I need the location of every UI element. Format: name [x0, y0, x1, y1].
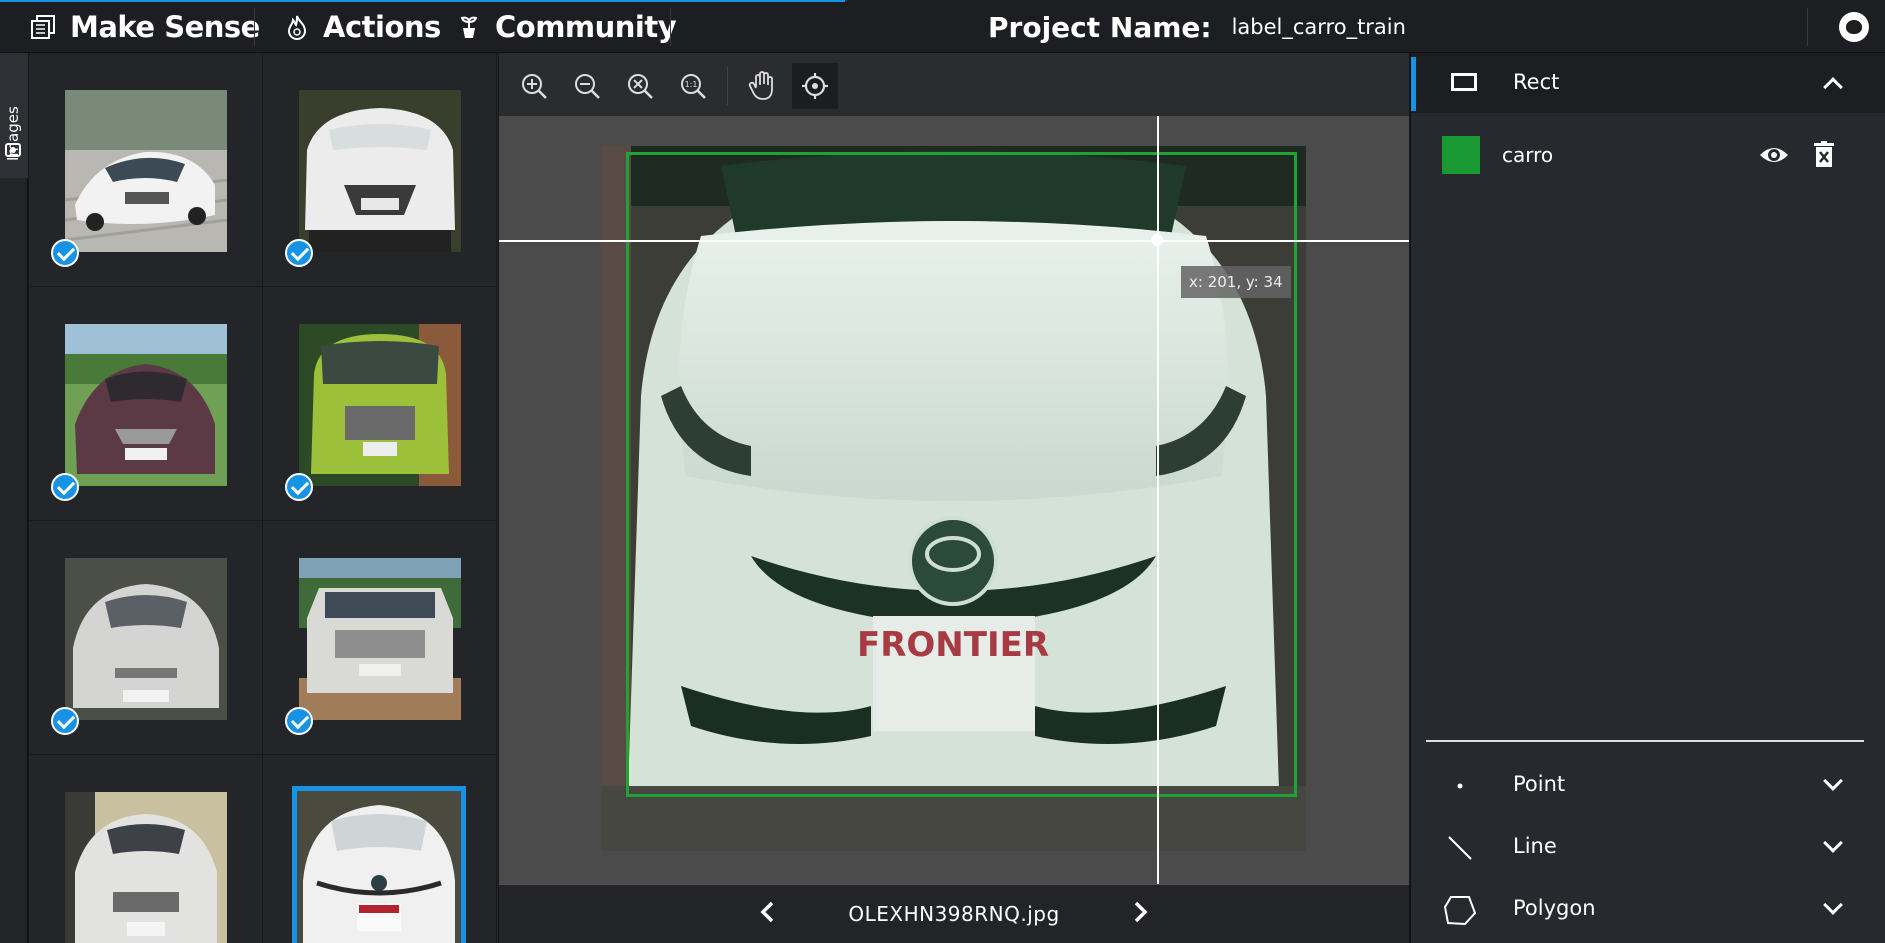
zoom-in-icon [522, 74, 547, 99]
project-name-label: Project Name: [988, 10, 1212, 44]
thumbnail-image[interactable] [65, 90, 227, 252]
project-name: Project Name: label_carro_train [988, 8, 1406, 46]
cursor-coordinates-tooltip: x: 201, y: 34 [1181, 266, 1291, 298]
thumbnail-item[interactable] [263, 755, 497, 943]
community-menu[interactable]: Community [457, 8, 677, 46]
thumbnail-image[interactable] [65, 792, 227, 943]
image-thumbnail-list[interactable] [29, 53, 498, 943]
menu-divider [670, 8, 671, 46]
zoom-out-icon [575, 74, 600, 99]
editor-toolbar: 1:1 [499, 53, 1409, 116]
menu-divider [254, 8, 255, 46]
thumbnail-item[interactable] [29, 287, 263, 521]
zoom-actual-size-icon: 1:1 [681, 74, 706, 99]
pan-tool-button[interactable] [739, 63, 785, 109]
labeled-check-icon [51, 707, 79, 735]
zoom-fit-icon [628, 74, 653, 99]
delete-icon[interactable] [1814, 141, 1834, 167]
previous-image-button[interactable] [758, 897, 778, 932]
label-item[interactable]: carro [1411, 136, 1885, 194]
zoom-actual-label: 1:1 [685, 80, 698, 89]
thumbnail-item[interactable] [263, 521, 497, 755]
chevron-down-icon[interactable] [1823, 895, 1843, 915]
crosshair-icon [802, 73, 828, 99]
zoom-out-button[interactable] [564, 63, 610, 109]
labeled-check-icon [285, 473, 313, 501]
left-side-tabs: Images [0, 53, 28, 943]
label-tools-panel: Rect carro Point Line Polygon [1410, 53, 1885, 943]
cursor-point [1151, 234, 1163, 246]
label-color-swatch[interactable] [1442, 136, 1480, 174]
labeled-check-icon [51, 473, 79, 501]
polygon-icon [1443, 896, 1477, 926]
rect-tool-label: Rect [1513, 70, 1560, 94]
app-title: Make Sense [70, 10, 260, 44]
actions-menu[interactable]: Actions [285, 8, 441, 46]
crosshair-horizontal-line [499, 240, 1409, 242]
toolbar-divider [727, 67, 728, 105]
chevron-left-icon [760, 901, 774, 922]
polygon-tool-row[interactable]: Polygon [1411, 880, 1885, 940]
actions-menu-label: Actions [323, 10, 441, 44]
github-icon[interactable] [1839, 12, 1869, 42]
thumbnail-image[interactable] [299, 90, 461, 252]
rect-icon [1451, 73, 1477, 91]
thumbnail-image[interactable] [299, 558, 461, 720]
polygon-tool-label: Polygon [1513, 896, 1596, 920]
crosshair-vertical-line [1157, 116, 1159, 884]
community-menu-label: Community [495, 10, 677, 44]
bounding-box-annotation[interactable] [626, 152, 1297, 797]
point-icon [1457, 783, 1463, 789]
app-logo[interactable]: Make Sense [30, 8, 260, 46]
image-filename: OLEXHN398RNQ.jpg [848, 902, 1060, 926]
labeled-check-icon [285, 239, 313, 267]
zoom-fit-button[interactable] [617, 63, 663, 109]
editor-workspace[interactable]: 1:1 FRONTIER x: 201, y: 34 OLEXHN398RNQ.… [499, 53, 1409, 943]
thumbnail-image[interactable] [65, 324, 227, 486]
labeled-check-icon [51, 239, 79, 267]
zoom-actual-size-button[interactable]: 1:1 [670, 63, 716, 109]
eye-icon[interactable] [1759, 143, 1789, 167]
flame-icon [287, 15, 307, 40]
line-tool-row[interactable]: Line [1411, 818, 1885, 878]
active-tool-indicator [1411, 57, 1416, 111]
label-name[interactable]: carro [1502, 143, 1553, 167]
chevron-right-icon [1134, 901, 1148, 922]
zoom-in-button[interactable] [511, 63, 557, 109]
upload-progress-bar [0, 0, 845, 2]
camera-icon [5, 143, 21, 157]
images-tab[interactable]: Images [0, 53, 28, 178]
thumbnail-item[interactable] [29, 755, 263, 943]
thumbnail-image[interactable] [299, 324, 461, 486]
chevron-down-icon[interactable] [1823, 771, 1843, 791]
project-name-value[interactable]: label_carro_train [1232, 15, 1406, 39]
point-tool-label: Point [1513, 772, 1566, 796]
point-tool-row[interactable]: Point [1411, 756, 1885, 816]
menu-divider [1807, 8, 1808, 46]
rect-tool-header[interactable]: Rect [1411, 53, 1885, 113]
plant-icon [460, 16, 478, 38]
thumbnail-item[interactable] [263, 53, 497, 287]
thumbnail-image-selected[interactable] [292, 786, 466, 943]
top-navigation-bar: Make Sense Actions Community Project Nam… [0, 0, 1885, 53]
thumbnail-item[interactable] [263, 287, 497, 521]
chevron-up-icon[interactable] [1823, 77, 1843, 97]
thumbnail-item[interactable] [29, 521, 263, 755]
logo-icon [31, 15, 55, 39]
thumbnail-item[interactable] [29, 53, 263, 287]
thumbnail-image[interactable] [65, 558, 227, 720]
image-navigation-bar: OLEXHN398RNQ.jpg [499, 884, 1409, 943]
line-icon [1448, 836, 1472, 860]
line-tool-label: Line [1513, 834, 1557, 858]
labeled-check-icon [285, 707, 313, 735]
panel-divider [1426, 740, 1864, 742]
hand-pan-icon [748, 71, 773, 100]
crosshair-tool-button[interactable] [792, 63, 838, 109]
chevron-down-icon[interactable] [1823, 833, 1843, 853]
next-image-button[interactable] [1130, 897, 1150, 932]
